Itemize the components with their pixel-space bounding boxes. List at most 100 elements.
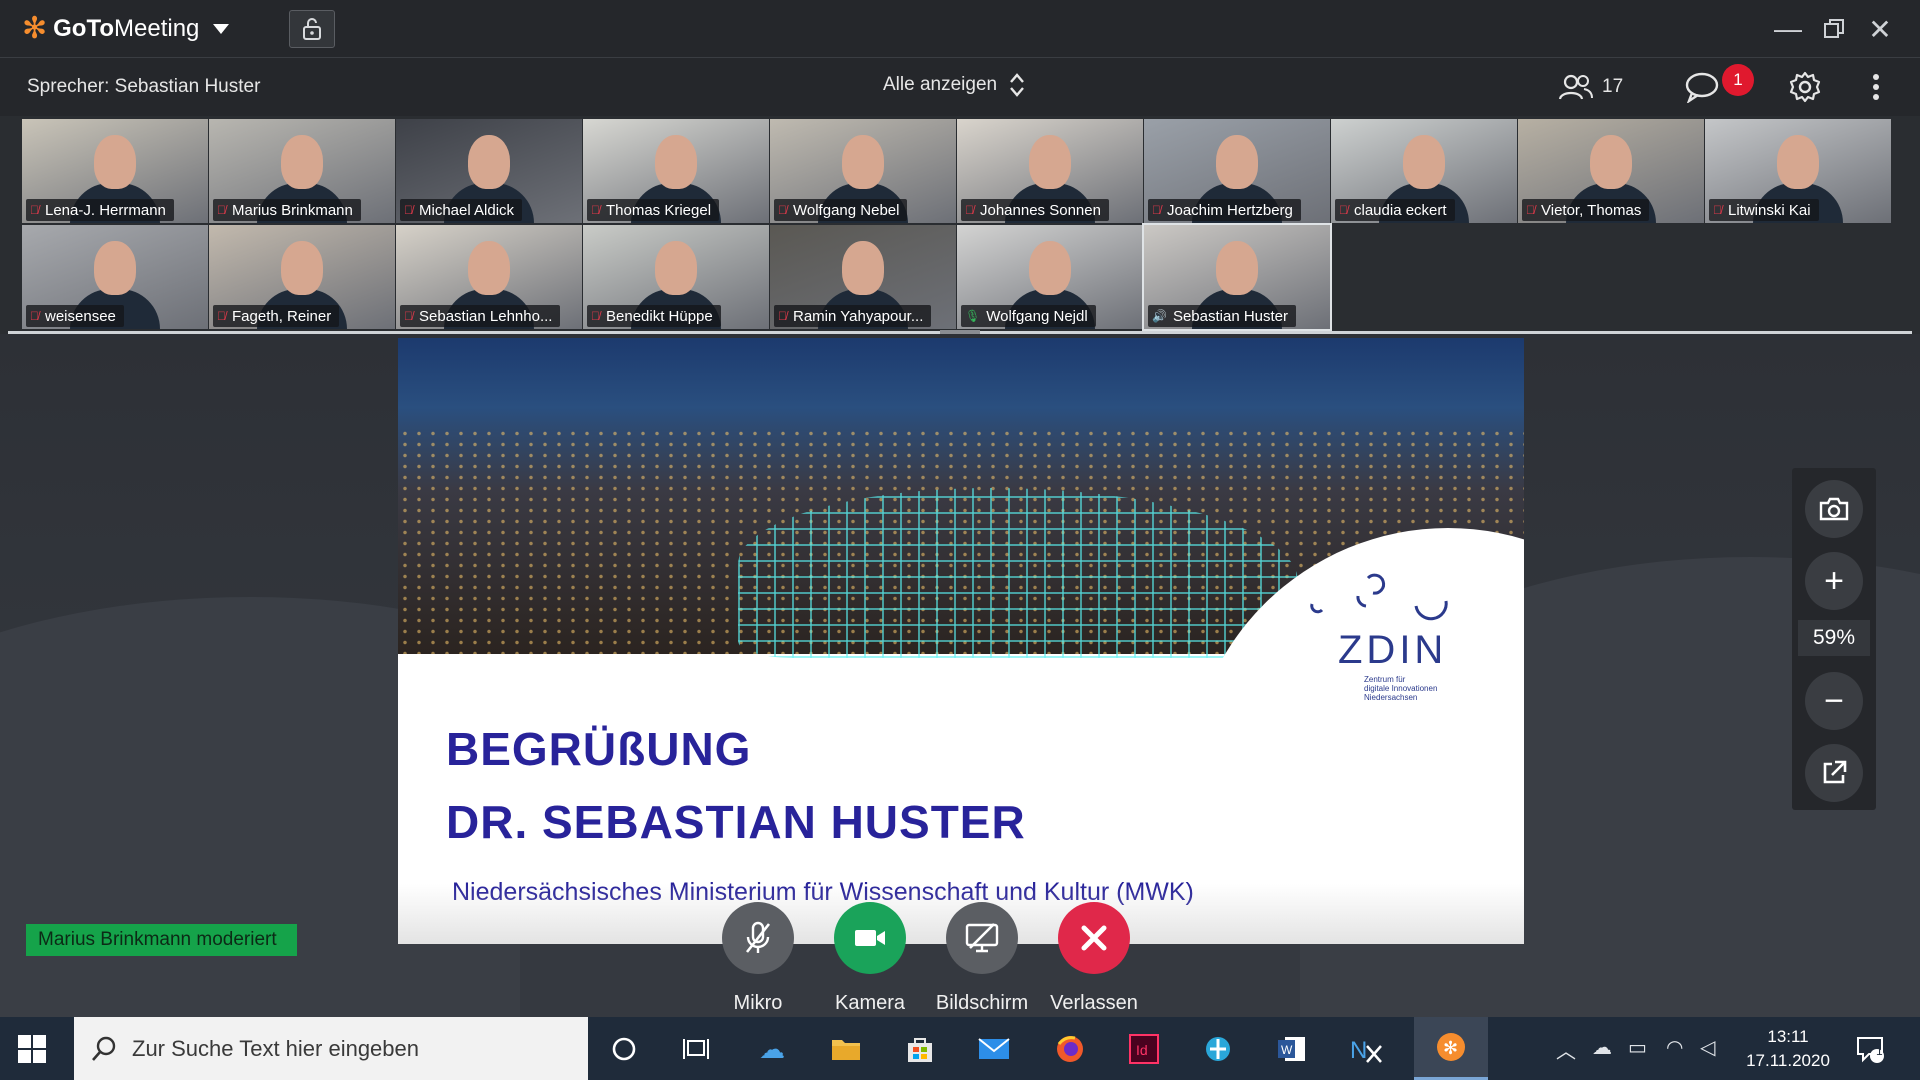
- participant-tile[interactable]: 🎙̸ Michael Aldick: [396, 119, 582, 223]
- mic-toggle-button[interactable]: [722, 902, 794, 974]
- participant-tile[interactable]: 🎙̸ Benedikt Hüppe: [583, 225, 769, 329]
- participant-face: [468, 135, 510, 189]
- participant-tile[interactable]: 🎙̸ claudia eckert: [1331, 119, 1517, 223]
- gear-icon: [1789, 71, 1821, 103]
- leave-control[interactable]: Verlassen: [1046, 902, 1142, 1015]
- chat-button[interactable]: [1684, 68, 1720, 106]
- participant-face: [94, 241, 136, 295]
- taskbar-search[interactable]: Zur Suche Text hier eingeben: [74, 1017, 588, 1080]
- more-options-button[interactable]: [1872, 68, 1880, 106]
- participant-tile[interactable]: 🎙̸ Johannes Sonnen: [957, 119, 1143, 223]
- lock-meeting-button[interactable]: [289, 10, 335, 48]
- svg-text:Id: Id: [1136, 1042, 1148, 1058]
- tray-overflow-icon[interactable]: ︿: [1556, 1035, 1576, 1064]
- mic-muted-icon: [745, 921, 771, 953]
- taskbar-app-nx[interactable]: N: [1346, 1029, 1386, 1069]
- participant-name: Sebastian Huster: [1172, 307, 1289, 325]
- participant-tile[interactable]: 🎙̸ Ramin Yahyapour...: [770, 225, 956, 329]
- taskbar-app-firefox[interactable]: [1050, 1029, 1090, 1069]
- participant-tile[interactable]: 🎙̸ Marius Brinkmann: [209, 119, 395, 223]
- show-all-label: Alle anzeigen: [883, 74, 998, 95]
- attendees-button[interactable]: 17: [1558, 68, 1623, 106]
- participant-face: [1216, 135, 1258, 189]
- taskbar-clock[interactable]: 13:11 17.11.2020: [1726, 1025, 1850, 1073]
- participant-name-label: 🎙̸ Sebastian Lehnho...: [400, 305, 561, 327]
- participant-name: Thomas Kriegel: [606, 201, 712, 219]
- mic-muted-icon: 🎙̸: [404, 203, 413, 217]
- wifi-icon[interactable]: ◠: [1666, 1035, 1683, 1060]
- settings-button[interactable]: [1788, 68, 1822, 106]
- participant-name: Johannes Sonnen: [980, 201, 1101, 219]
- volume-icon[interactable]: ◁: [1700, 1035, 1715, 1060]
- taskbar-app-mail[interactable]: [974, 1029, 1014, 1069]
- zdin-logo: ZDIN Zentrum für digitale Innovationen N…: [1298, 558, 1498, 702]
- participant-tile[interactable]: 🎙̸ Wolfgang Nebel: [770, 119, 956, 223]
- svg-text:✻: ✻: [1443, 1038, 1458, 1059]
- chat-icon: [1685, 72, 1719, 103]
- participant-tile[interactable]: 🎙̸ Lena-J. Herrmann: [22, 119, 208, 223]
- mic-control[interactable]: Mikro: [710, 902, 806, 1015]
- battery-icon[interactable]: ▭: [1628, 1035, 1647, 1060]
- action-center-button[interactable]: 1: [1850, 1029, 1890, 1069]
- people-icon: [1558, 74, 1593, 100]
- participant-name: Michael Aldick: [419, 201, 515, 219]
- word-icon: W: [1278, 1037, 1305, 1061]
- zoom-out-button[interactable]: −: [1805, 672, 1863, 730]
- minimize-button[interactable]: —: [1770, 12, 1806, 46]
- participant-face: [842, 135, 884, 189]
- gotomeeting-window: ✻ GoToMeeting — ✕ Sprecher: Sebastian Hu…: [0, 0, 1920, 1017]
- taskbar-app-indesign[interactable]: Id: [1124, 1029, 1164, 1069]
- current-speaker: Sprecher: Sebastian Huster: [27, 76, 261, 97]
- participant-tile[interactable]: 🎙 Wolfgang Nejdl: [957, 225, 1143, 329]
- onedrive-icon[interactable]: ☁: [1592, 1035, 1612, 1060]
- participant-name: Lena-J. Herrmann: [45, 201, 166, 219]
- camera-toggle-button[interactable]: [834, 902, 906, 974]
- participant-tile[interactable]: 🎙̸ Vietor, Thomas: [1518, 119, 1704, 223]
- speaker-active-icon: 🔊: [1152, 309, 1167, 323]
- restore-button[interactable]: [1816, 12, 1852, 46]
- participant-tile[interactable]: 🎙̸ Joachim Hertzberg: [1144, 119, 1330, 223]
- participant-grid: 🎙̸ Lena-J. Herrmann 🎙̸ Marius Brinkmann 🎙̸ Mi…: [22, 119, 1902, 331]
- participant-name: claudia eckert: [1354, 201, 1447, 219]
- screen-share-off-icon: [965, 923, 999, 953]
- taskbar-app-teams-like[interactable]: [1198, 1029, 1238, 1069]
- participant-tile[interactable]: 🎙̸ weisensee: [22, 225, 208, 329]
- task-view-button[interactable]: [676, 1029, 716, 1069]
- taskbar-app-gotomeeting[interactable]: ✻: [1414, 1017, 1488, 1080]
- mic-muted-icon: 🎙̸: [965, 203, 974, 217]
- mic-muted-icon: 🎙̸: [1339, 203, 1348, 217]
- mic-muted-icon: 🎙̸: [217, 203, 226, 217]
- camera-icon: [1819, 497, 1849, 521]
- participant-tile[interactable]: 🎙̸ Sebastian Lehnho...: [396, 225, 582, 329]
- screen-share-control[interactable]: Bildschirm: [934, 902, 1030, 1015]
- screen-share-button[interactable]: [946, 902, 1018, 974]
- participant-tile[interactable]: 🎙̸ Thomas Kriegel: [583, 119, 769, 223]
- camera-label: Kamera: [834, 992, 906, 1014]
- mic-muted-icon: 🎙̸: [30, 309, 39, 323]
- zoom-in-button[interactable]: +: [1805, 552, 1863, 610]
- close-window-button[interactable]: ✕: [1862, 12, 1898, 46]
- plus-icon: +: [1824, 561, 1844, 600]
- cortana-button[interactable]: [604, 1029, 644, 1069]
- folder-icon: [832, 1040, 860, 1060]
- windows-start-icon[interactable]: [18, 1035, 46, 1063]
- participant-tile[interactable]: 🔊 Sebastian Huster: [1142, 223, 1332, 331]
- leave-meeting-button[interactable]: [1058, 902, 1130, 974]
- participant-name-label: 🎙̸ Joachim Hertzberg: [1148, 199, 1301, 221]
- screenshot-button[interactable]: [1805, 480, 1863, 538]
- participant-tile[interactable]: 🎙̸ Litwinski Kai: [1705, 119, 1891, 223]
- svg-text:W: W: [1281, 1043, 1293, 1057]
- show-all-dropdown[interactable]: Alle anzeigen: [883, 72, 1025, 98]
- pop-out-button[interactable]: [1805, 744, 1863, 802]
- taskbar-app-explorer[interactable]: [826, 1029, 866, 1069]
- taskbar-app-store[interactable]: [900, 1029, 940, 1069]
- taskbar-app-word[interactable]: W: [1272, 1029, 1312, 1069]
- taskbar-app-weather[interactable]: ☁: [752, 1029, 792, 1069]
- participant-tile[interactable]: 🎙̸ Fageth, Reiner: [209, 225, 395, 329]
- camera-control[interactable]: Kamera: [822, 902, 918, 1015]
- participant-name-label: 🎙̸ Benedikt Hüppe: [587, 305, 721, 327]
- windows-taskbar: Zur Suche Text hier eingeben ☁ Id W N ✻ …: [0, 1017, 1920, 1080]
- app-menu[interactable]: ✻ GoToMeeting: [22, 12, 230, 46]
- participant-name-label: 🎙̸ Fageth, Reiner: [213, 305, 340, 327]
- zoom-panel: + 59% −: [1792, 468, 1876, 810]
